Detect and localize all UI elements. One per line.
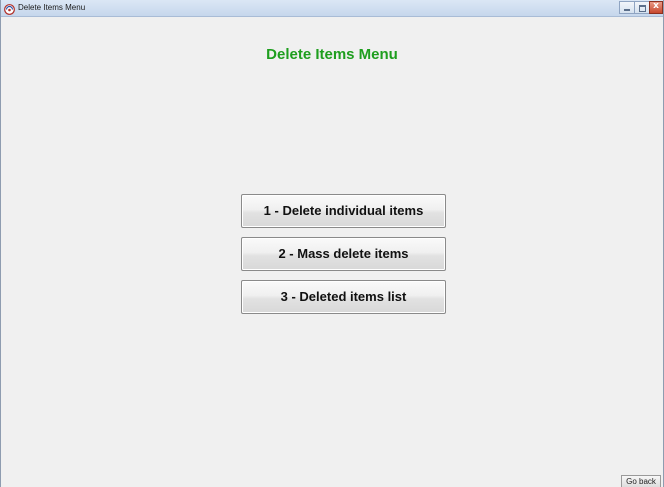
window-controls bbox=[619, 1, 663, 14]
go-back-button[interactable]: Go back bbox=[621, 475, 661, 487]
app-window: Delete Items Menu Delete Items Menu 1 - … bbox=[0, 0, 664, 487]
page-title: Delete Items Menu bbox=[266, 46, 398, 63]
deleted-items-list-button[interactable]: 3 - Deleted items list bbox=[241, 280, 446, 314]
mass-delete-items-button[interactable]: 2 - Mass delete items bbox=[241, 237, 446, 271]
window-title: Delete Items Menu bbox=[18, 3, 86, 12]
close-button[interactable] bbox=[649, 1, 663, 14]
minimize-button[interactable] bbox=[619, 1, 635, 14]
maximize-button[interactable] bbox=[634, 1, 650, 14]
app-icon bbox=[4, 2, 15, 15]
title-bar[interactable]: Delete Items Menu bbox=[1, 0, 663, 17]
delete-individual-items-button[interactable]: 1 - Delete individual items bbox=[241, 194, 446, 228]
